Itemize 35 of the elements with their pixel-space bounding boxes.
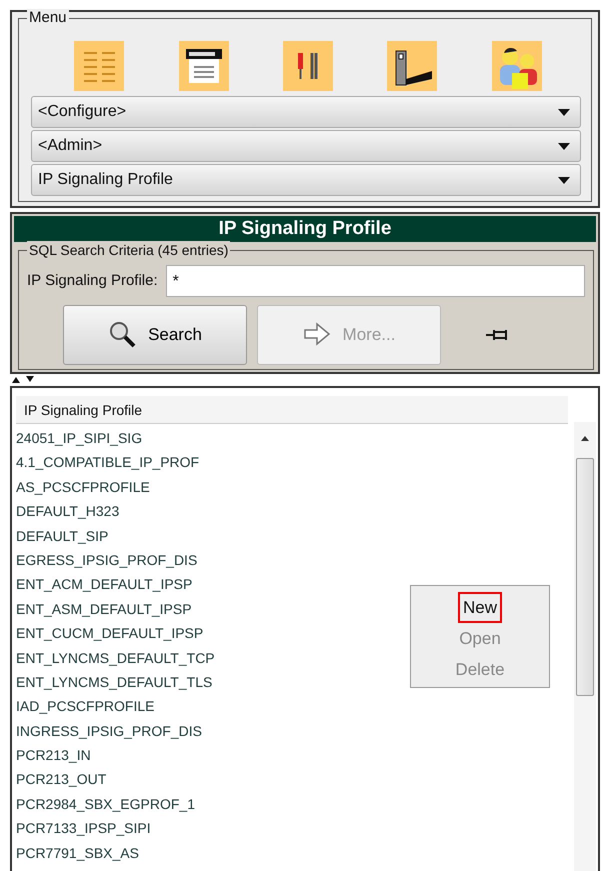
caret-icon bbox=[558, 142, 570, 150]
table-cell[interactable]: PCR7791_SBX_AS bbox=[16, 844, 139, 861]
table-cell[interactable]: DEFAULT_H323 bbox=[16, 503, 120, 520]
pin-icon[interactable] bbox=[485, 328, 509, 342]
menu-item[interactable]: New bbox=[458, 592, 502, 623]
table-cell[interactable]: PCR213_IN bbox=[16, 747, 91, 764]
dropdown[interactable]: IP Signaling Profile bbox=[31, 164, 581, 196]
input-field[interactable]: * bbox=[166, 265, 585, 297]
table-cell[interactable]: PCR213_OUT bbox=[16, 771, 106, 788]
scroll-up-icon[interactable] bbox=[581, 436, 589, 441]
table-cell[interactable]: AS_PCSCFPROFILE bbox=[16, 478, 150, 495]
table-cell[interactable]: ENT_ASM_DEFAULT_IPSP bbox=[16, 600, 192, 617]
table-cell[interactable]: ENT_LYNCMS_DEFAULT_TLS bbox=[16, 674, 212, 690]
splitter-arrows-icon[interactable] bbox=[12, 376, 36, 384]
table-cell[interactable]: ENT_LYNCMS_DEFAULT_TCP bbox=[16, 650, 215, 666]
column-header[interactable]: IP Signaling Profile bbox=[16, 396, 568, 424]
dropdown[interactable]: <Configure> bbox=[31, 96, 581, 128]
table-cell[interactable]: EGRESS_IPSIG_PROF_DIS bbox=[16, 552, 198, 568]
table-cell[interactable]: INGRESS_IPSIG_PROF_DIS bbox=[16, 722, 202, 739]
table-cell[interactable]: ENT_ACM_DEFAULT_IPSP bbox=[16, 576, 192, 592]
group-title: SQL Search Criteria (45 entries) bbox=[27, 241, 230, 259]
search-button[interactable]: Search bbox=[63, 305, 247, 365]
panel-title: IP Signaling Profile bbox=[14, 216, 596, 242]
field-label: IP Signaling Profile: bbox=[27, 270, 158, 291]
table-cell[interactable]: IAD_PCSCFPROFILE bbox=[16, 698, 154, 714]
table-cell[interactable]: PCR7133_IPSP_SIPI bbox=[16, 820, 151, 836]
table-cell[interactable]: DEFAULT_SIP bbox=[16, 528, 108, 544]
table-cell[interactable]: ENT_CUCM_DEFAULT_IPSP bbox=[16, 625, 204, 642]
table-cell[interactable]: PCR2984_SBX_EGPROF_1 bbox=[16, 796, 195, 812]
dropdown[interactable]: <Admin> bbox=[31, 130, 581, 162]
caret-icon bbox=[558, 108, 570, 116]
table-cell[interactable]: 4.1_COMPATIBLE_IP_PROF bbox=[16, 454, 200, 470]
scrollbar[interactable] bbox=[574, 422, 596, 871]
caret-icon bbox=[558, 176, 570, 184]
table-cell[interactable]: 24051_IP_SIPI_SIG bbox=[16, 430, 142, 446]
